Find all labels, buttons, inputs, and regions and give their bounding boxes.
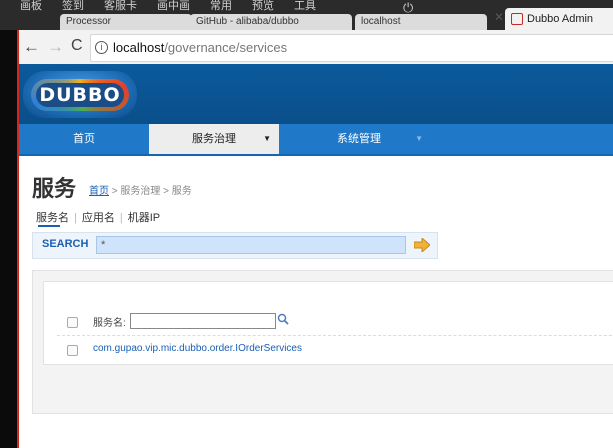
search-bar: SEARCH xyxy=(32,232,438,259)
browser-tab-active[interactable]: Dubbo Admin xyxy=(505,8,613,30)
app-header: DUBBO xyxy=(19,64,613,124)
breadcrumb-home-link[interactable]: 首页 xyxy=(89,186,109,197)
bookmarks-bar: 画板 签到 客服卡 画中画 常用 预览 工具 xyxy=(20,0,316,13)
active-tab-underline xyxy=(38,225,60,227)
bookmark-item[interactable]: 预览 xyxy=(252,0,274,13)
forward-arrow-icon[interactable]: → xyxy=(47,37,64,57)
search-icon[interactable] xyxy=(277,312,289,330)
bookmark-item[interactable]: 签到 xyxy=(62,0,84,13)
caret-down-icon: ▼ xyxy=(415,134,423,143)
bookmark-item[interactable]: 工具 xyxy=(294,0,316,13)
nav-label: 服务治理 xyxy=(192,133,236,145)
bookmark-item[interactable]: 画中画 xyxy=(157,0,190,13)
dubbo-logo[interactable]: DUBBO xyxy=(23,71,137,118)
page-title: 服务 xyxy=(32,176,77,201)
back-arrow-icon[interactable]: ← xyxy=(23,37,40,57)
service-link[interactable]: com.gupao.vip.mic.dubbo.order.IOrderServ… xyxy=(93,343,302,354)
main-nav: 首页 服务治理 ▼ 系统管理 ▼ xyxy=(19,124,613,156)
tab-title: Dubbo Admin xyxy=(527,13,594,25)
tab-favicon-icon xyxy=(511,13,523,25)
column-label-service-name: 服务名: xyxy=(93,318,126,329)
bookmark-item[interactable]: 常用 xyxy=(210,0,232,13)
bookmark-item[interactable]: 画板 xyxy=(20,0,42,13)
caret-down-icon: ▼ xyxy=(263,134,271,143)
browser-tab[interactable]: Processor xyxy=(60,14,192,30)
sub-tabs: 服务名 | 应用名 | 机器IP xyxy=(36,212,161,224)
table-header-row: 服务名: xyxy=(57,307,613,336)
tab-application-name[interactable]: 应用名 xyxy=(82,212,115,224)
nav-home[interactable]: 首页 xyxy=(39,124,129,154)
bookmark-item[interactable]: 客服卡 xyxy=(104,0,137,13)
tab-close-icon[interactable]: ✕ xyxy=(494,10,504,24)
nav-label: 系统管理 xyxy=(337,133,381,145)
table-row: com.gupao.vip.mic.dubbo.order.IOrderServ… xyxy=(57,335,613,363)
address-bar: ← → C i localhost/governance/services xyxy=(19,30,613,65)
service-filter-input[interactable] xyxy=(130,313,276,329)
tab-machine-ip[interactable]: 机器IP xyxy=(128,212,160,224)
search-label: SEARCH xyxy=(42,238,89,250)
tab-service-name[interactable]: 服务名 xyxy=(36,212,69,224)
browser-tab[interactable]: localhost xyxy=(355,14,487,30)
breadcrumb: 首页 > 服务治理 > 服务 xyxy=(89,182,192,197)
nav-service-governance[interactable]: 服务治理 ▼ xyxy=(149,124,279,154)
browser-top-bar: 画板 签到 客服卡 画中画 常用 预览 工具 ⏻ Processor GitHu… xyxy=(0,0,613,30)
select-all-checkbox[interactable] xyxy=(67,317,78,328)
logo-text: DUBBO xyxy=(39,84,121,106)
row-checkbox[interactable] xyxy=(67,345,78,356)
browser-tab[interactable]: GitHub - alibaba/dubbo xyxy=(190,14,352,30)
search-input[interactable] xyxy=(96,236,406,254)
left-dark-strip xyxy=(0,0,17,448)
info-icon[interactable]: i xyxy=(95,41,108,54)
reload-icon[interactable]: C xyxy=(71,37,83,55)
url-field[interactable]: i localhost/governance/services xyxy=(90,34,613,62)
breadcrumb-trail: > 服务治理 > 服务 xyxy=(109,186,192,197)
url-text: localhost/governance/services xyxy=(113,40,288,55)
nav-system-management[interactable]: 系统管理 ▼ xyxy=(289,124,429,154)
